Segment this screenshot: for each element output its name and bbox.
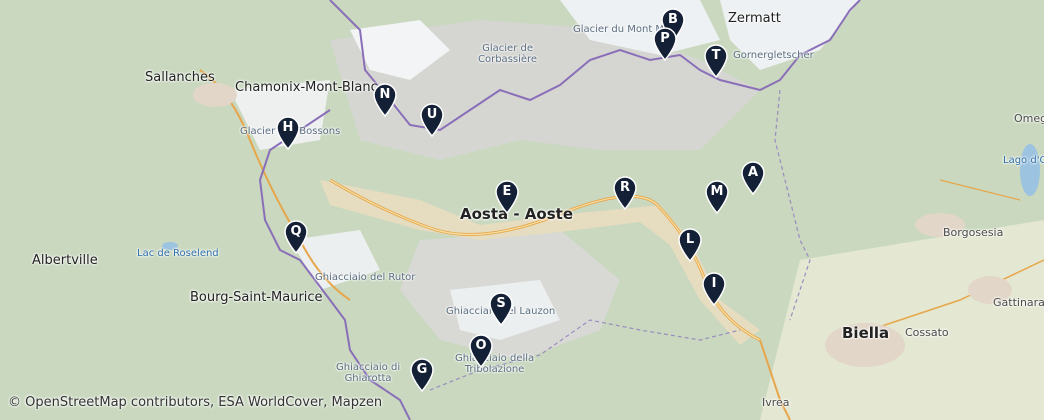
place-biella: Biella [842, 324, 890, 342]
marker-u[interactable]: U [419, 103, 445, 137]
marker-t[interactable]: T [703, 44, 729, 78]
marker-i[interactable]: I [701, 272, 727, 306]
marker-label: S [496, 296, 506, 311]
place-sallanches: Sallanches [145, 70, 215, 85]
marker-label: H [282, 120, 294, 135]
place-gattinara: Gattinara [993, 296, 1044, 309]
marker-label: G [416, 362, 428, 377]
place-ghiacciaio-ghiarotta: Ghiacciaio di Ghiarotta [336, 362, 401, 384]
place-zermatt: Zermatt [728, 11, 781, 26]
place-ivrea: Ivrea [762, 396, 790, 409]
marker-label: M [710, 184, 724, 199]
place-albertville: Albertville [32, 253, 98, 268]
marker-label: A [747, 165, 759, 180]
marker-label: P [660, 31, 670, 46]
marker-label: U [426, 107, 438, 122]
marker-label: E [502, 184, 512, 199]
marker-g[interactable]: G [409, 358, 435, 392]
marker-l[interactable]: L [677, 228, 703, 262]
place-ghiacciaio-tribolazione: Ghiacciaio della Tribolazione [455, 353, 535, 375]
marker-n[interactable]: N [372, 83, 398, 117]
marker-r[interactable]: R [612, 176, 638, 210]
place-glacier-corbassiere: Glacier de Corbassière [478, 43, 538, 65]
marker-e[interactable]: E [494, 180, 520, 214]
marker-p[interactable]: P [652, 27, 678, 61]
marker-q[interactable]: Q [283, 220, 309, 254]
marker-label: Q [290, 224, 302, 239]
place-gornergletscher: Gornergletscher [733, 50, 814, 61]
place-borgosesia: Borgosesia [943, 226, 1004, 239]
place-ghiacciaio-rutor: Ghiacciaio del Rutor [315, 272, 416, 283]
marker-label: T [711, 48, 721, 63]
marker-o[interactable]: O [468, 334, 494, 368]
marker-h[interactable]: H [275, 116, 301, 150]
marker-label: I [711, 276, 717, 291]
marker-label: R [619, 180, 630, 195]
map-view[interactable]: Aosta - Aoste Zermatt Sallanches Chamoni… [0, 0, 1044, 420]
place-cossato: Cossato [905, 326, 949, 339]
marker-label: O [475, 338, 487, 353]
marker-label: B [668, 12, 678, 27]
place-bourg-saint-maurice: Bourg-Saint-Maurice [190, 290, 323, 305]
place-lago-orta: Lago d'Or [1003, 155, 1044, 166]
place-omegna: Omeg [1014, 112, 1044, 125]
place-chamonix: Chamonix-Mont-Blanc [235, 80, 378, 95]
marker-s[interactable]: S [488, 292, 514, 326]
marker-label: N [379, 87, 391, 102]
marker-a[interactable]: A [740, 161, 766, 195]
marker-m[interactable]: M [704, 180, 730, 214]
place-lac-de-roselend: Lac de Roselend [137, 248, 219, 259]
marker-label: L [685, 232, 695, 247]
map-attribution[interactable]: © OpenStreetMap contributors, ESA WorldC… [8, 395, 382, 410]
